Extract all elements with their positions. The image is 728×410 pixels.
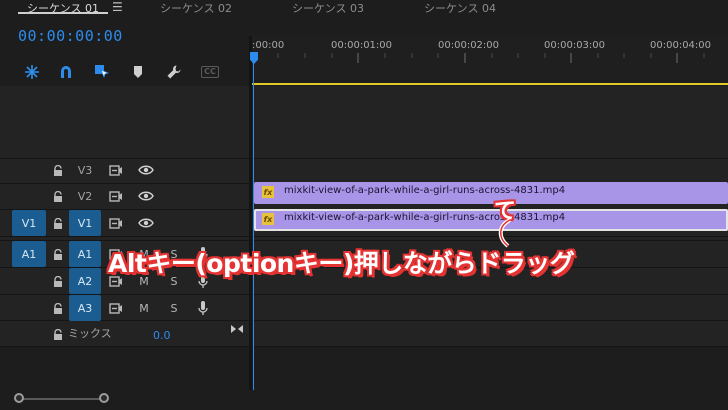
track-name-v2[interactable]: V2	[70, 183, 100, 209]
linked-selection-icon[interactable]	[92, 62, 112, 82]
clip-name: mixkit-view-of-a-park-while-a-girl-runs-…	[284, 185, 566, 196]
go-to-end-icon[interactable]	[229, 322, 245, 336]
track-divider	[0, 240, 728, 241]
track-name-v3[interactable]: V3	[70, 157, 100, 183]
timeline-toolbar: CC	[0, 62, 250, 86]
fx-badge-icon: fx	[262, 186, 274, 198]
track-divider	[0, 294, 728, 295]
fx-badge-icon: fx	[262, 213, 274, 225]
captions-icon[interactable]: CC	[200, 62, 220, 82]
tab-sequence-02[interactable]: シーケンス 02	[160, 0, 232, 16]
lock-icon[interactable]	[50, 162, 66, 178]
marker-icon[interactable]	[128, 62, 148, 82]
lock-icon[interactable]	[50, 215, 66, 231]
sync-lock-icon[interactable]	[108, 162, 124, 178]
source-patch-v1[interactable]: V1	[12, 210, 46, 236]
ruler-ticks	[252, 53, 705, 63]
lock-icon[interactable]	[50, 326, 66, 342]
track-target-v1[interactable]: V1	[69, 210, 101, 236]
ruler-tick-label: 00:00:04:00	[650, 40, 712, 51]
eye-icon[interactable]	[137, 215, 155, 231]
magnet-icon[interactable]	[56, 62, 76, 82]
track-target-a2[interactable]: A2	[69, 268, 101, 294]
ruler-tick-label: 00:00:03:00	[544, 40, 606, 51]
sync-lock-icon[interactable]	[108, 300, 124, 316]
solo-button[interactable]: S	[167, 300, 181, 316]
scrollbar-right-handle[interactable]	[99, 393, 109, 403]
panel-divider[interactable]	[249, 36, 252, 396]
snap-icon[interactable]	[22, 62, 42, 82]
tab-sequence-03[interactable]: シーケンス 03	[292, 0, 364, 16]
scrollbar-track[interactable]	[18, 398, 104, 400]
track-divider	[0, 158, 728, 159]
microphone-icon[interactable]	[196, 299, 210, 317]
ruler-tick-label: :00:00	[252, 40, 285, 51]
ruler-tick-label: 00:00:02:00	[438, 40, 500, 51]
track-divider	[0, 346, 728, 347]
lock-icon[interactable]	[50, 273, 66, 289]
timeline-zoom-scrollbar[interactable]	[0, 390, 728, 410]
scrollbar-left-handle[interactable]	[14, 393, 24, 403]
lock-icon[interactable]	[50, 188, 66, 204]
track-divider	[0, 320, 728, 321]
video-clip-v1[interactable]: fx mixkit-view-of-a-park-while-a-girl-ru…	[254, 209, 728, 231]
playhead-line[interactable]	[253, 60, 254, 392]
lock-icon[interactable]	[50, 300, 66, 316]
playhead-timecode[interactable]: 00:00:00:00	[18, 27, 123, 45]
video-clip-v2[interactable]: fx mixkit-view-of-a-park-while-a-girl-ru…	[254, 182, 728, 204]
eye-icon[interactable]	[137, 188, 155, 204]
track-target-a1[interactable]: A1	[69, 241, 101, 267]
source-patch-a1[interactable]: A1	[12, 241, 46, 267]
mix-label: ミックス	[68, 327, 112, 340]
track-target-a3[interactable]: A3	[69, 295, 101, 321]
time-ruler[interactable]: :00:00 00:00:01:00 00:00:02:00 00:00:03:…	[252, 36, 728, 80]
mix-volume-value[interactable]: 0.0	[153, 327, 171, 343]
sync-lock-icon[interactable]	[108, 215, 124, 231]
active-tab-indicator	[18, 12, 108, 14]
video-audio-divider	[0, 236, 728, 237]
lock-icon[interactable]	[50, 246, 66, 262]
eye-icon[interactable]	[137, 162, 155, 178]
panel-menu-icon[interactable]: ☰	[112, 0, 123, 14]
wrench-icon[interactable]	[164, 62, 184, 82]
tab-sequence-04[interactable]: シーケンス 04	[424, 0, 496, 16]
sync-lock-icon[interactable]	[108, 188, 124, 204]
mute-button[interactable]: M	[137, 300, 151, 316]
clip-name: mixkit-view-of-a-park-while-a-girl-runs-…	[284, 212, 566, 223]
work-area-bar[interactable]	[252, 83, 728, 85]
ruler-tick-label: 00:00:01:00	[331, 40, 393, 51]
sequence-tab-bar: シーケンス 01 ☰ シーケンス 02 シーケンス 03 シーケンス 04	[0, 0, 728, 16]
annotation-caption: Altキー(optionキー)押しながらドラッグ	[108, 249, 575, 278]
